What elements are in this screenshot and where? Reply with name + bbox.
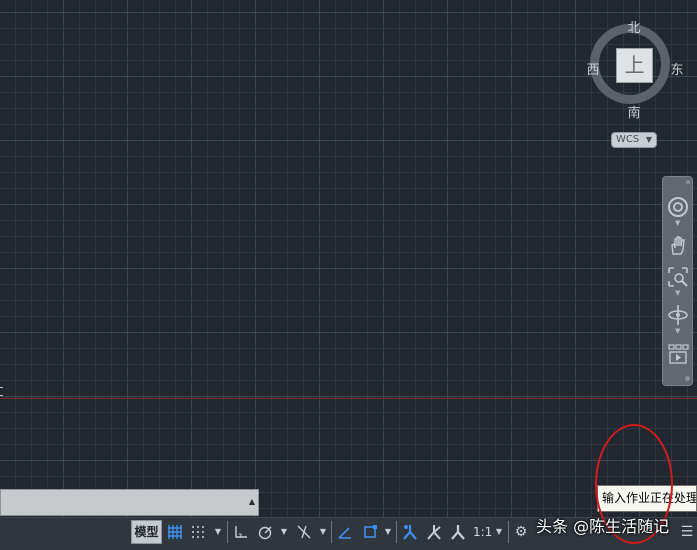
chevron-down-icon[interactable]: ▼ [318, 521, 328, 543]
workspace-gear-icon[interactable]: ⚙ [511, 521, 531, 543]
navbar-options-icon[interactable] [685, 376, 690, 381]
chevron-down-icon: ▼ [645, 135, 652, 144]
viewcube[interactable]: 北 南 西 东 上 WCS ▼ [585, 14, 685, 152]
axis-tick-mark [0, 395, 3, 396]
grid-icon[interactable] [165, 521, 185, 543]
ucs-menu-button[interactable]: WCS ▼ [611, 132, 657, 148]
chevron-down-icon[interactable]: ▼ [279, 521, 289, 543]
watermark: 头条 @陈生活随记 [536, 517, 670, 536]
annotation-visibility-icon[interactable] [400, 521, 420, 543]
compass-west-label[interactable]: 西 [583, 59, 603, 78]
chevron-down-icon[interactable]: ▼ [675, 327, 680, 335]
navbar-close-icon[interactable] [686, 180, 690, 184]
dynamic-ucs-icon[interactable] [335, 521, 355, 543]
showmotion-icon[interactable] [666, 343, 690, 372]
autoscale-icon[interactable] [424, 521, 444, 543]
snap-icon[interactable] [188, 521, 208, 543]
x-axis-line [0, 398, 697, 399]
compass-south-label[interactable]: 南 [624, 102, 644, 121]
command-line[interactable]: ▲ [0, 489, 259, 516]
axis-tick-mark [0, 387, 3, 388]
ortho-icon[interactable] [231, 521, 251, 543]
polar-icon[interactable] [255, 521, 275, 543]
isodraft-icon[interactable] [294, 521, 314, 543]
customize-icon[interactable]: ☰ [677, 521, 697, 543]
divider [508, 521, 509, 543]
compass-north-label[interactable]: 北 [624, 17, 644, 36]
compass-east-label[interactable]: 东 [667, 59, 687, 78]
divider [331, 521, 332, 543]
navigation-bar[interactable]: ▼ ▼ ▼ [662, 176, 693, 386]
chevron-down-icon[interactable]: ▼ [383, 521, 393, 543]
chevron-down-icon[interactable]: ▼ [213, 521, 223, 543]
annotation-scale-icon[interactable] [448, 521, 468, 543]
viewcube-top-face[interactable]: 上 [616, 48, 653, 83]
object-snap-icon[interactable] [360, 521, 380, 543]
divider [227, 521, 228, 543]
chevron-down-icon[interactable]: ▼ [494, 521, 504, 543]
chevron-down-icon[interactable]: ▼ [675, 219, 680, 227]
chevron-up-icon[interactable]: ▲ [249, 497, 255, 506]
chevron-down-icon[interactable]: ▼ [675, 289, 680, 297]
model-space-button[interactable]: 模型 [131, 520, 162, 544]
divider [396, 521, 397, 543]
ucs-label: WCS [616, 134, 640, 145]
pan-icon[interactable] [666, 234, 690, 263]
